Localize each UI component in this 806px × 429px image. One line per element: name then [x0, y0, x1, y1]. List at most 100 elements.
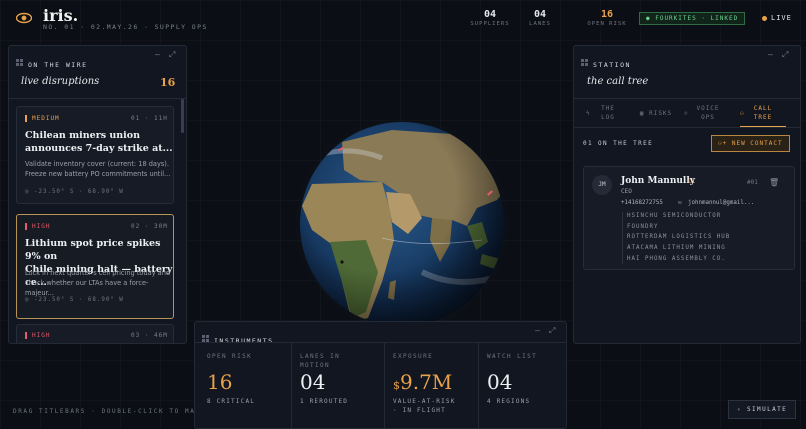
phone-icon: ✆ [684, 110, 689, 117]
org-item: FOUNDRY [627, 223, 659, 230]
divider [9, 98, 186, 99]
tab-the-log[interactable]: ϟ THE LOG [586, 104, 630, 122]
tree-count-label: 01 ON THE TREE [583, 140, 654, 147]
tab-call-tree[interactable]: ⚇ CALL TREE [740, 104, 786, 122]
metric-label-2 [393, 361, 477, 370]
station-panel-title: STATION [593, 61, 631, 69]
metric-value: 04 [487, 370, 513, 394]
metric-open-risk: OPEN RISK 16 8 CRITICAL [207, 352, 287, 406]
globe-map[interactable] [282, 122, 522, 332]
stat-lanes: 04 LANES [505, 9, 575, 27]
instruments-panel-title: INSTRUMENTS [214, 337, 274, 345]
metric-label: EXPOSURE [393, 353, 434, 360]
card-coordinates: ◎ -23.50° S · 68.90° W [25, 297, 124, 303]
contact-role: CEO [621, 188, 632, 195]
wire-titlebar[interactable]: ON THE WIRE [16, 52, 88, 71]
card-meta: 03 · 46M [131, 332, 168, 339]
metric-label-2 [207, 361, 287, 370]
wire-heading: live disruptions [21, 76, 100, 87]
wire-panel: ON THE WIRE — ⤢ live disruptions 16 MEDI… [8, 45, 187, 344]
stat-value: 16 [600, 9, 614, 20]
expand-icon[interactable]: ⤢ [169, 50, 175, 60]
stat-value: 04 [533, 9, 547, 20]
divider [384, 343, 385, 428]
add-person-icon: ⚇+ [718, 140, 728, 147]
card-title: Chilean miners union announces 7-day stri… [25, 130, 173, 154]
stat-open-risk: 16 OPEN RISK [572, 9, 642, 27]
new-contact-label: NEW CONTACT [731, 140, 783, 147]
metric-label: LANES IN [300, 353, 341, 360]
live-dot-icon [762, 15, 767, 21]
avatar: JM [592, 175, 612, 195]
org-item: HSINCHU SEMICONDUCTOR [627, 213, 722, 219]
expand-icon[interactable]: ⤢ [782, 50, 788, 60]
contact-index: #01 [747, 179, 758, 186]
station-titlebar[interactable]: STATION [581, 52, 631, 71]
divider [195, 342, 566, 343]
instruments-titlebar[interactable]: INSTRUMENTS [202, 328, 274, 347]
drag-grip-icon[interactable] [581, 59, 588, 66]
currency-prefix: $ [393, 379, 400, 392]
log-icon: ϟ [586, 110, 591, 117]
org-item: HAI PHONG ASSEMBLY CO. [627, 255, 726, 262]
disruption-card-selected[interactable]: HIGH 02 · 30M Lithium spot price spikes … [16, 214, 174, 319]
org-item: ATACAMA LITHIUM MINING [627, 245, 726, 252]
disruption-card[interactable]: HIGH 03 · 46M [16, 324, 174, 343]
org-item: ROTTERDAM LOGISTICS HUB [627, 234, 731, 241]
contact-phone[interactable]: +14168272755 [621, 200, 663, 206]
card-body: Lock in next quarter's cell pricing toda… [25, 269, 171, 297]
live-indicator: LIVE [762, 14, 792, 22]
metric-label: WATCH LIST [487, 353, 538, 360]
station-heading: the call tree [587, 76, 649, 87]
lock-icon: ▣ [639, 110, 645, 117]
card-meta: 02 · 30M [131, 223, 168, 230]
scrollbar-thumb[interactable] [181, 99, 184, 133]
metric-sub: 8 CRITICAL [207, 398, 256, 405]
eye-logo-icon [16, 12, 32, 24]
drag-grip-icon[interactable] [16, 59, 23, 66]
divider [291, 343, 292, 428]
wire-panel-title: ON THE WIRE [28, 61, 88, 69]
org-line [622, 212, 623, 264]
severity-badge: MEDIUM [25, 115, 60, 122]
footer-hint: DRAG TITLEBARS · DOUBLE-CLICK TO MA [13, 408, 196, 415]
instruments-panel: INSTRUMENTS — ⤢ OPEN RISK 16 8 CRITICAL … [194, 321, 567, 429]
tab-voice-ops[interactable]: ✆ VOICE OPS [684, 104, 732, 122]
disruption-count: 16 [160, 76, 176, 89]
metric-exposure: EXPOSURE $9.7M VALUE-AT-RISK · IN FLIGHT [393, 352, 477, 415]
stat-label: OPEN RISK [587, 21, 627, 27]
simulate-label: SIMULATE [747, 406, 788, 413]
minimize-icon[interactable]: — [155, 50, 160, 59]
divider [574, 98, 800, 99]
drag-grip-icon[interactable] [202, 335, 209, 342]
expand-icon[interactable]: ⤢ [549, 326, 555, 336]
simulate-button[interactable]: ✧ SIMULATE [728, 400, 797, 419]
station-panel: STATION — ⤢ the call tree ϟ THE LOG ▣ RIS… [573, 45, 801, 344]
metric-sub: VALUE-AT-RISK [393, 398, 456, 405]
metric-label-2: MOTION [300, 362, 331, 369]
sparkle-icon: ✧ [737, 406, 743, 413]
card-meta: 01 · 11H [131, 115, 168, 122]
new-contact-button[interactable]: ⚇+ NEW CONTACT [711, 135, 790, 152]
contact-name: John Mannully [621, 176, 695, 186]
card-coordinates: ◎ -23.50° S · 68.90° W [25, 189, 124, 195]
stat-label: LANES [529, 21, 551, 27]
mail-icon: ✉ [678, 199, 682, 206]
contact-card[interactable]: JM John Mannully L1 CEO #01 🗑 +141682727… [583, 166, 795, 270]
metric-label: OPEN RISK [207, 353, 253, 360]
brand-subtitle: NO. 01 · 02.MAY.26 · SUPPLY OPS [43, 23, 208, 31]
minimize-icon[interactable]: — [768, 50, 773, 59]
metric-watch-list: WATCH LIST 04 4 REGIONS [487, 352, 563, 406]
fourkites-linked-badge: ● FOURKITES · LINKED [639, 12, 746, 25]
tab-risks[interactable]: ▣ RISKS [634, 109, 678, 118]
minimize-icon[interactable]: — [535, 326, 540, 335]
live-label: LIVE [771, 14, 792, 22]
metric-value: 16 [207, 370, 233, 394]
metric-value: $9.7M [393, 370, 453, 394]
disruption-card[interactable]: MEDIUM 01 · 11H Chilean miners union anno… [16, 106, 174, 204]
contact-email[interactable]: johnmannul@gmail... [688, 200, 754, 206]
trash-icon[interactable]: 🗑 [769, 178, 779, 187]
metric-sub-2: · IN FLIGHT [393, 407, 446, 414]
severity-badge: HIGH [25, 332, 50, 339]
metric-value: 04 [300, 370, 326, 394]
